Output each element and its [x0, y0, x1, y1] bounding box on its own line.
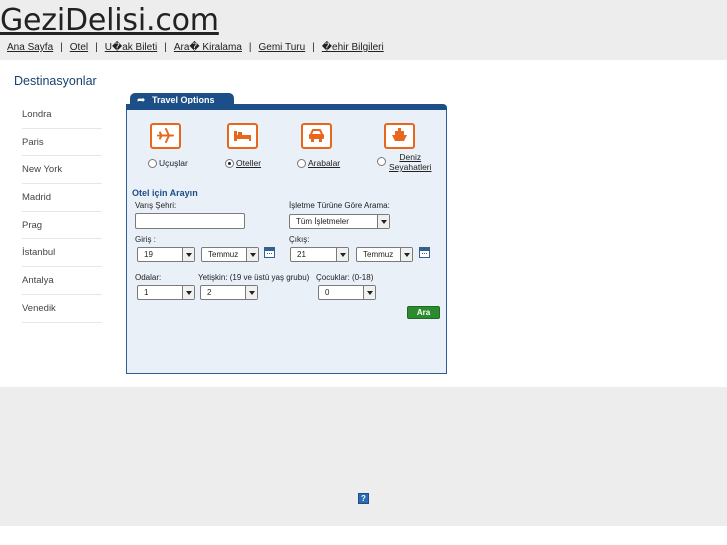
chevron-down-icon	[246, 248, 258, 261]
nav-separator: |	[312, 42, 315, 53]
destination-label: Varış Şehri:	[135, 201, 177, 210]
checkin-day-value: 19	[144, 250, 153, 259]
destination-item-paris[interactable]: Paris	[22, 129, 102, 157]
destination-list: Londra Paris New York Madrid Prag İstanb…	[22, 101, 102, 323]
children-label: Çocuklar: (0-18)	[316, 273, 374, 282]
bed-icon[interactable]	[227, 123, 258, 149]
business-type-label: İşletme Türüne Göre Arama:	[289, 201, 390, 210]
cars-label[interactable]: Arabalar	[308, 158, 340, 168]
destination-item-antalya[interactable]: Antalya	[22, 267, 102, 295]
option-cruises[interactable]: Deniz Seyahatleri	[377, 152, 432, 172]
nav-separator: |	[248, 42, 252, 53]
destination-item-prag[interactable]: Prag	[22, 212, 102, 240]
nav-link-city-info[interactable]: �ehir Bilgileri	[322, 42, 384, 53]
site-logo[interactable]: GeziDelisi.com	[0, 1, 219, 41]
hotels-radio[interactable]	[225, 159, 234, 168]
destination-item-istanbul[interactable]: İstanbul	[22, 239, 102, 268]
option-flights[interactable]: Uçuşlar	[148, 158, 188, 168]
checkin-month-value: Temmuz	[208, 250, 239, 259]
flights-radio[interactable]	[148, 159, 157, 168]
checkout-month-value: Temmuz	[363, 250, 394, 259]
option-cars[interactable]: Arabalar	[297, 158, 340, 168]
business-type-select[interactable]: Tüm İşletmeler	[289, 214, 390, 229]
search-button[interactable]: Ara	[407, 306, 440, 319]
cruises-radio[interactable]	[377, 157, 386, 166]
checkout-day-select[interactable]: 21	[290, 247, 349, 262]
cruises-label-line1[interactable]: Deniz	[399, 152, 421, 162]
cars-radio[interactable]	[297, 159, 306, 168]
rooms-label: Odalar:	[135, 273, 162, 282]
flights-label: Uçuşlar	[159, 158, 188, 168]
destination-item-new-york[interactable]: New York	[22, 156, 102, 185]
top-navigation: Ana Sayfa | Otel | U�ak Bileti | Ara� Kiralama…	[7, 42, 384, 53]
nav-separator: |	[95, 42, 98, 53]
nav-link-cruise[interactable]: Gemi Turu	[259, 42, 306, 53]
nav-link-car-rental[interactable]: Ara� Kiralama	[174, 42, 242, 53]
business-type-value: Tüm İşletmeler	[296, 217, 349, 226]
checkout-month-select[interactable]: Temmuz	[356, 247, 413, 262]
destination-input[interactable]	[135, 213, 245, 229]
destination-item-londra[interactable]: Londra	[22, 101, 102, 129]
chevron-down-icon	[377, 215, 389, 228]
chevron-down-icon	[182, 286, 194, 299]
rooms-value: 1	[144, 288, 149, 297]
checkin-day-select[interactable]: 19	[137, 247, 195, 262]
option-hotels[interactable]: Oteller	[225, 158, 261, 168]
rooms-select[interactable]: 1	[137, 285, 195, 300]
checkout-day-value: 21	[297, 250, 306, 259]
chevron-down-icon	[336, 248, 348, 261]
destination-item-venedik[interactable]: Venedik	[22, 295, 102, 323]
hotels-label[interactable]: Oteller	[236, 158, 261, 168]
checkin-label: Giriş :	[135, 235, 156, 244]
broken-image-icon: ?	[358, 493, 369, 504]
checkout-calendar-icon[interactable]	[419, 247, 430, 258]
travel-options-panel: Uçuşlar Oteller Arabalar Deniz Seyahatle…	[126, 110, 447, 374]
adults-value: 2	[207, 288, 212, 297]
cruises-label-line2[interactable]: Seyahatleri	[389, 162, 432, 172]
nav-separator: |	[164, 42, 167, 53]
chevron-down-icon	[400, 248, 412, 261]
checkout-label: Çıkış:	[289, 235, 310, 244]
sidebar-title: Destinasyonlar	[14, 74, 97, 88]
checkin-calendar-icon[interactable]	[264, 247, 275, 258]
adults-label: Yetişkin: (19 ve üstü yaş grubu)	[198, 273, 310, 282]
nav-link-hotel[interactable]: Otel	[70, 42, 88, 53]
plane-icon[interactable]	[150, 123, 181, 149]
nav-separator: |	[60, 42, 63, 53]
chevron-down-icon	[182, 248, 194, 261]
chevron-down-icon	[245, 286, 257, 299]
adults-select[interactable]: 2	[200, 285, 258, 300]
ship-icon[interactable]	[384, 123, 415, 149]
header: GeziDelisi.com Ana Sayfa | Otel | U�ak Bilet…	[0, 0, 727, 60]
chevron-down-icon	[363, 286, 375, 299]
children-value: 0	[325, 288, 330, 297]
hotel-search-title: Otel için Arayın	[132, 188, 198, 198]
car-icon[interactable]	[301, 123, 332, 149]
footer-band: ?	[0, 387, 727, 526]
checkin-month-select[interactable]: Temmuz	[201, 247, 259, 262]
main-content: Destinasyonlar Londra Paris New York Mad…	[0, 60, 727, 387]
children-select[interactable]: 0	[318, 285, 376, 300]
destination-item-madrid[interactable]: Madrid	[22, 184, 102, 212]
destinations-sidebar: Destinasyonlar	[14, 74, 102, 102]
nav-link-home[interactable]: Ana Sayfa	[7, 42, 53, 53]
nav-link-flights[interactable]: U�ak Bileti	[105, 42, 158, 53]
